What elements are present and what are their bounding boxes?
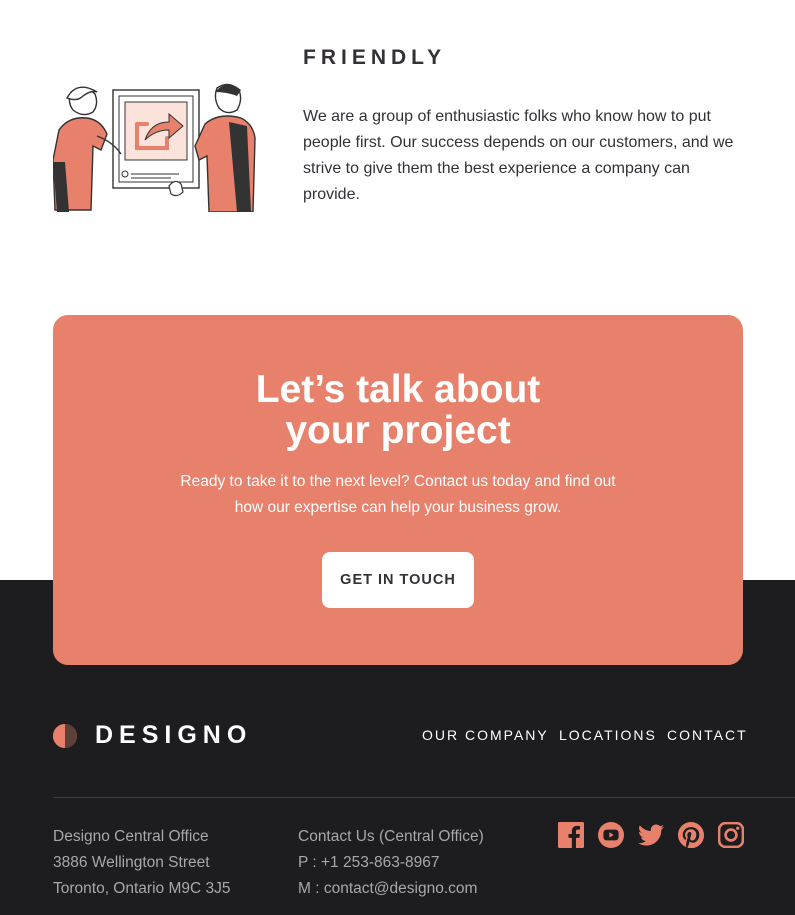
footer-nav-our-company[interactable]: OUR COMPANY [422,727,549,743]
cta-description: Ready to take it to the next level? Cont… [180,473,616,516]
section-description: We are a group of enthusiastic folks who… [303,108,734,203]
contact-email: M : contact@designo.com [298,880,478,897]
contact-heading: Contact Us (Central Office) [298,828,484,845]
logo-mark-icon [53,723,77,748]
footer-address: Designo Central Office 3886 Wellington S… [53,824,230,902]
address-line: 3886 Wellington Street [53,854,210,871]
footer-nav-locations[interactable]: LOCATIONS [559,727,657,743]
address-line: Toronto, Ontario M9C 3J5 [53,880,231,897]
contact-phone: P : +1 253-863-8967 [298,854,440,871]
cta-heading-line1: Let’s talk about [255,368,541,411]
twitter-icon[interactable] [638,822,664,848]
cta-heading: Let’s talk about your project [53,369,743,451]
address-line: Designo Central Office [53,828,209,845]
facebook-icon[interactable] [558,822,584,848]
logo-text: DESIGNO [95,721,253,749]
footer-divider [53,797,795,798]
footer-contact: Contact Us (Central Office) P : +1 253-8… [298,824,484,902]
friendly-illustration [53,83,256,212]
footer-logo[interactable]: DESIGNO [53,721,253,749]
get-in-touch-button[interactable]: GET IN TOUCH [322,552,474,608]
social-links [558,822,744,848]
cta-heading-line2: your project [285,409,511,452]
pinterest-icon[interactable] [678,822,704,848]
youtube-icon[interactable] [598,822,624,848]
footer-nav-contact[interactable]: CONTACT [667,727,748,743]
section-title: FRIENDLY [303,46,447,69]
cta-card: Let’s talk about your project Ready to t… [53,315,743,665]
instagram-icon[interactable] [718,822,744,848]
